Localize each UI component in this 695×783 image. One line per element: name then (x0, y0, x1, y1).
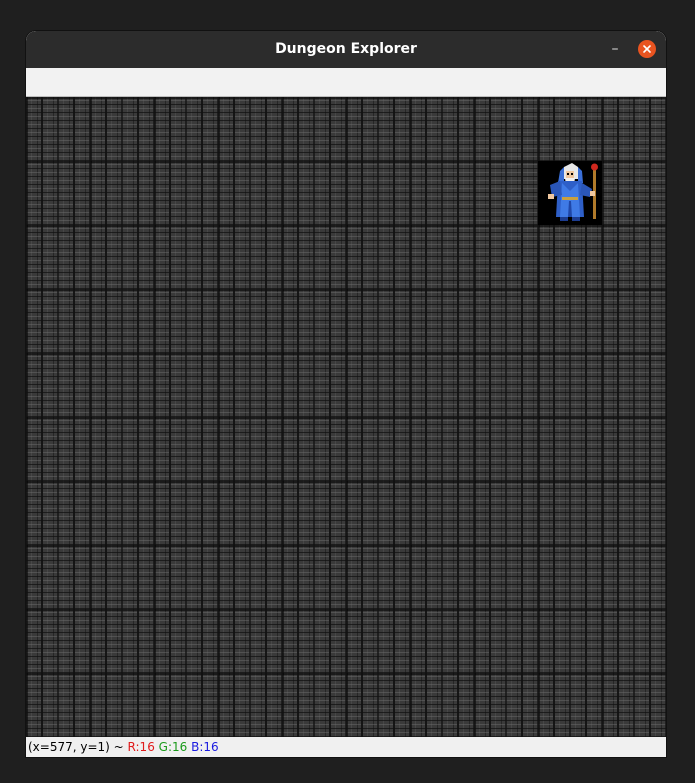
window-title: Dungeon Explorer (275, 41, 417, 57)
minimize-button[interactable]: – (606, 40, 624, 58)
pixel-green-value: G:16 (158, 740, 188, 754)
pixel-red-value: R:16 (127, 740, 155, 754)
close-icon (643, 45, 651, 53)
dungeon-board[interactable] (26, 97, 666, 737)
cursor-coordinates: (x=577, y=1) ~ (28, 740, 124, 754)
app-window: Dungeon Explorer – (x=577, y=1) ~ R:16 G… (26, 31, 666, 757)
status-bar: (x=577, y=1) ~ R:16 G:16 B:16 (26, 737, 666, 757)
player-wizard-sprite (538, 161, 602, 225)
close-button[interactable] (638, 40, 656, 58)
wizard-icon[interactable] (538, 161, 602, 225)
pixel-blue-value: B:16 (191, 740, 219, 754)
title-bar[interactable]: Dungeon Explorer – (26, 31, 666, 68)
menu-bar (26, 68, 666, 97)
